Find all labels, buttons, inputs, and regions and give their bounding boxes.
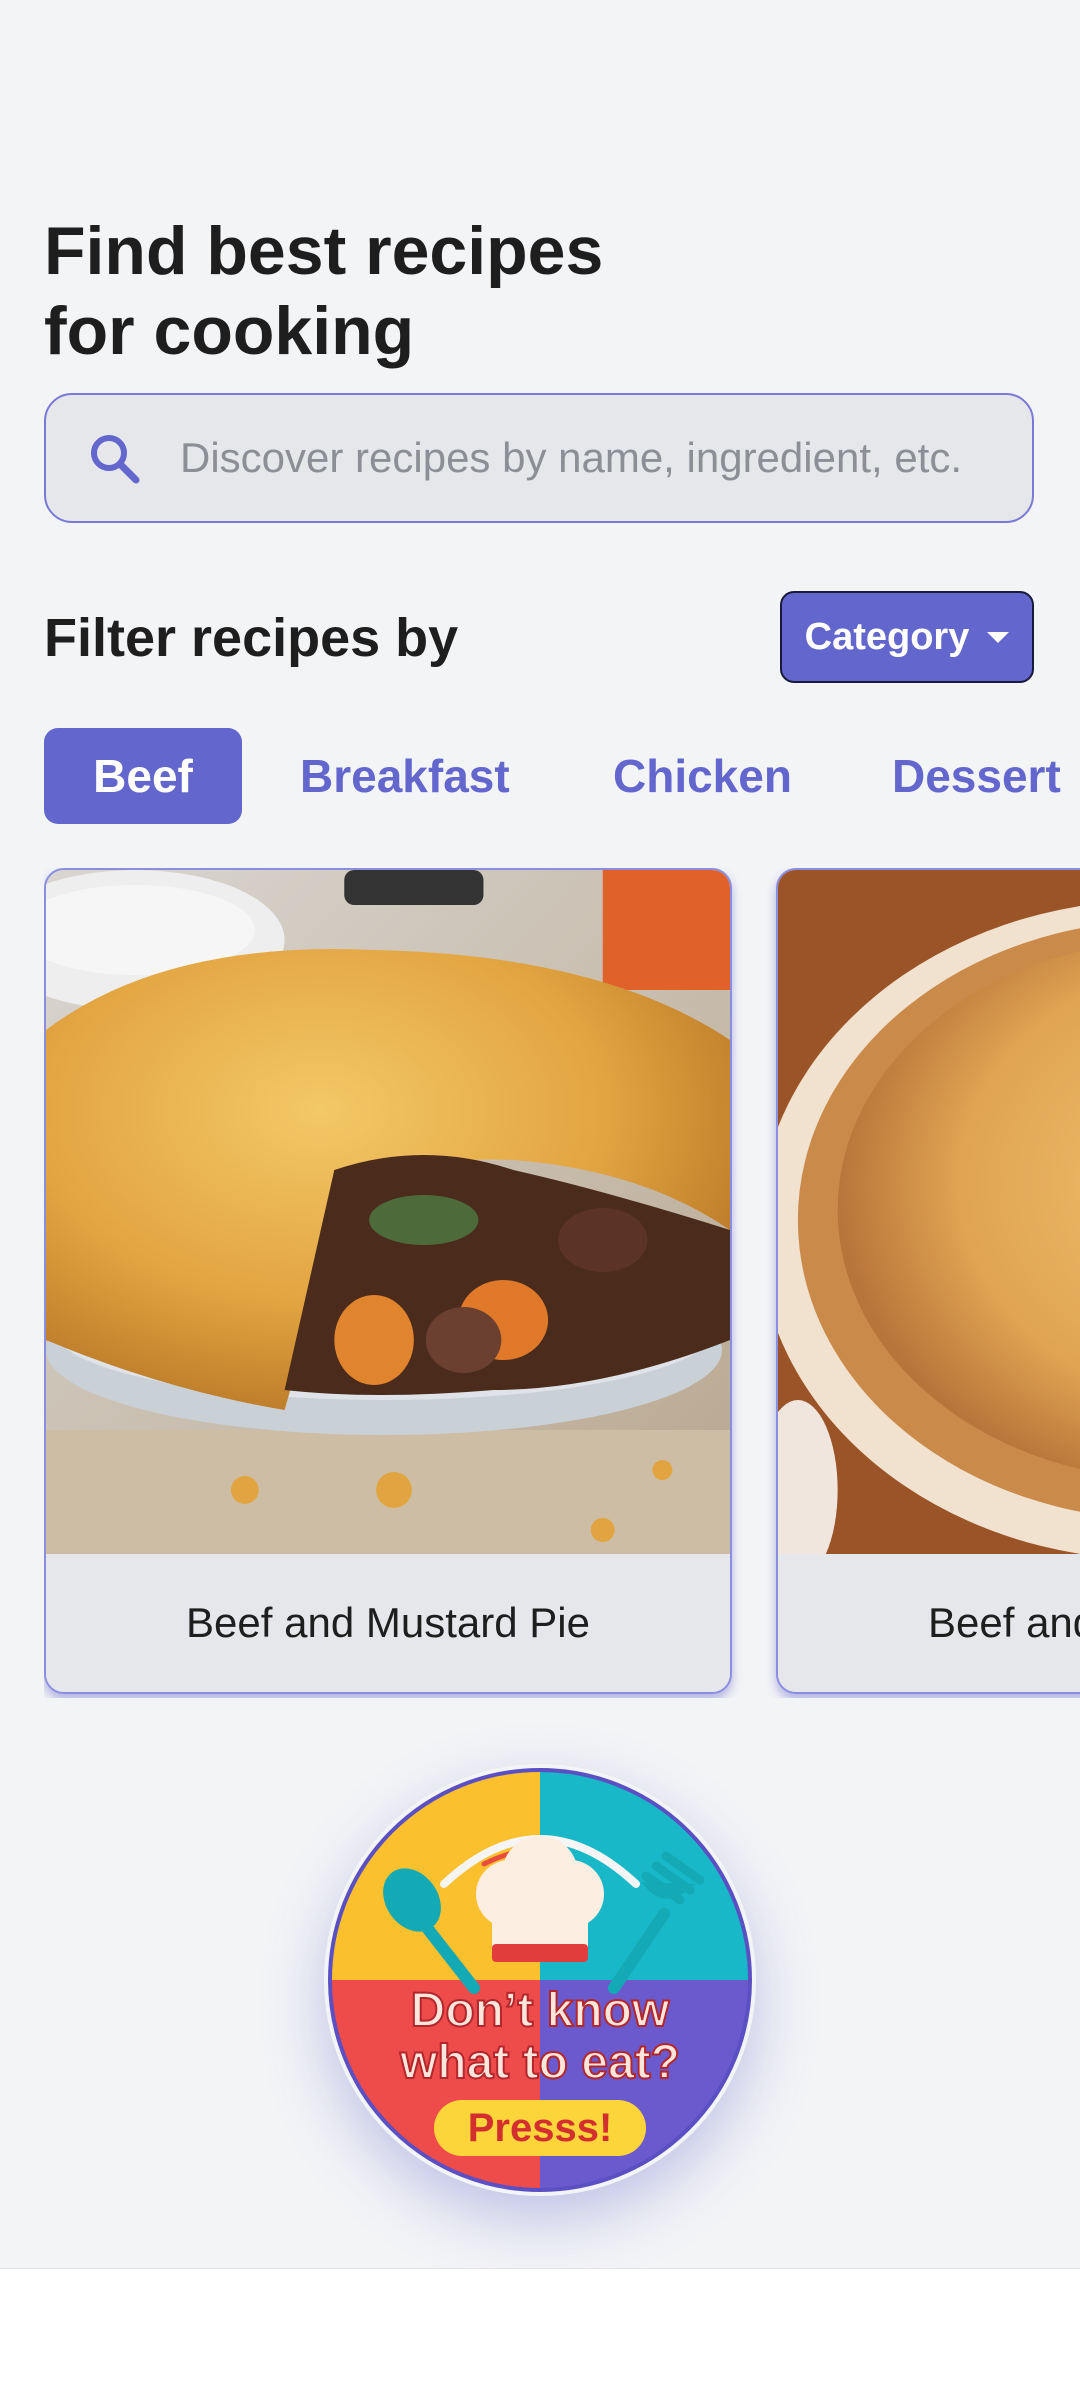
category-dropdown-label: Category — [804, 615, 970, 658]
badge-cta: Presss! — [468, 2106, 613, 2150]
random-recipe-graphic: Don’t know what to eat? Presss! — [328, 1768, 752, 2192]
page-title-line-1: Find best recipes — [44, 212, 604, 289]
category-dropdown-button[interactable]: Category — [780, 591, 1034, 683]
recipe-title: Beef and Oyster pie — [778, 1554, 1080, 1692]
recipe-card[interactable]: Beef and Mustard Pie — [44, 868, 732, 1694]
recipe-image — [46, 870, 730, 1554]
badge-line-2: what to eat? — [399, 2036, 680, 2089]
search-bar[interactable] — [44, 393, 1034, 523]
page-title-line-2: for cooking — [44, 292, 415, 369]
badge-line-1: Don’t know — [411, 1984, 670, 2037]
bottom-bar — [0, 2268, 1080, 2401]
recipe-title: Beef and Mustard Pie — [46, 1554, 730, 1692]
filter-row: Filter recipes by Category — [44, 591, 1034, 683]
filter-label: Filter recipes by — [44, 608, 459, 668]
recipe-carousel: Beef and Mustard Pie Beef and O — [44, 868, 1080, 1698]
category-chips: Beef Breakfast Chicken Dessert — [44, 728, 1080, 824]
chip-breakfast[interactable]: Breakfast — [300, 728, 510, 824]
search-icon — [91, 435, 140, 484]
random-recipe-button[interactable]: Don’t know what to eat? Presss! — [324, 1764, 756, 2196]
chip-beef[interactable]: Beef — [44, 728, 242, 824]
caret-down-icon — [987, 631, 1010, 643]
recipe-card[interactable]: Beef and Oyster pie — [776, 868, 1080, 1694]
home-screen: Find best recipes for cooking Filter rec… — [0, 0, 1080, 2401]
search-input[interactable] — [178, 433, 1002, 483]
page-title: Find best recipes for cooking — [44, 211, 744, 371]
recipe-image — [778, 870, 1080, 1554]
chip-chicken[interactable]: Chicken — [613, 728, 792, 824]
chip-dessert[interactable]: Dessert — [892, 728, 1061, 824]
